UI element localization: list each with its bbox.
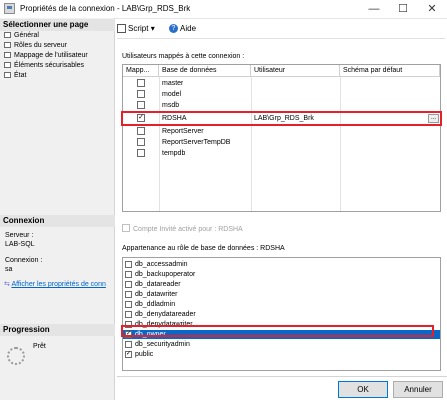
map-checkbox[interactable] [137,79,145,87]
page-status[interactable]: État [4,71,26,81]
map-checkbox[interactable] [137,127,145,135]
list-item[interactable]: db_securityadmin [123,340,440,349]
list-item[interactable]: ✓ public [123,350,440,359]
database-name: master [162,80,184,87]
title-bar: Propriétés de la connexion - LAB\Grp_RDS… [0,0,447,19]
table-row[interactable]: model [123,89,440,100]
list-item[interactable]: db_datareader [123,280,440,289]
wrench-icon [4,72,11,79]
ok-button[interactable]: OK [338,381,388,398]
left-panel: Sélectionner une page Général Rôles du s… [0,18,115,400]
server-label: Serveur : [5,232,34,239]
server-value: LAB-SQL [5,241,35,248]
pages-header: Sélectionner une page [0,19,115,31]
cancel-button[interactable]: Annuler [393,381,443,398]
role-membership-label: Appartenance au rôle de base de données … [122,245,285,252]
users-mapped-label: Utilisateurs mappés à cette connexion : [122,53,245,60]
page-server-roles[interactable]: Rôles du serveur [4,41,67,51]
role-checkbox[interactable] [125,341,132,348]
page-user-mapping[interactable]: Mappage de l'utilisateur [4,51,88,61]
maximize-button[interactable]: ☐ [389,0,417,18]
footer-separator [117,376,447,377]
database-name: ReportServer [162,128,204,135]
role-checkbox[interactable] [125,311,132,318]
wrench-icon [4,52,11,59]
link-arrows-icon: ⇆ [4,281,10,288]
table-row[interactable]: msdb [123,100,440,111]
wrench-icon [4,32,11,39]
list-item[interactable]: db_backupoperator [123,270,440,279]
script-icon [117,24,126,34]
guest-checkbox [122,224,130,232]
map-checkbox[interactable] [137,90,145,98]
connection-value: sa [5,266,13,273]
page-securables[interactable]: Éléments sécurisables [4,61,84,71]
role-checkbox[interactable] [125,291,132,298]
highlight-box-db-owner [121,325,434,337]
progress-status: Prêt [33,343,46,350]
help-icon: ? [169,24,178,34]
progress-spinner-icon [7,347,25,365]
role-checkbox[interactable] [125,271,132,278]
chevron-down-icon: ▾ [150,24,155,33]
table-row[interactable]: ReportServerTempDB [123,137,440,148]
window-title: Propriétés de la connexion - LAB\Grp_RDS… [20,4,191,13]
database-name: tempdb [162,150,186,157]
users-mapping-grid: Mapp... Base de données Utilisateur Sché… [122,64,441,212]
map-checkbox[interactable] [137,138,145,146]
table-row[interactable]: ReportServer [123,126,440,137]
script-button[interactable]: Script ▾ [117,22,155,36]
minimize-button[interactable]: — [360,0,388,18]
list-item[interactable]: db_accessadmin [123,260,440,269]
map-checkbox[interactable] [137,101,145,109]
highlight-box-rdsha [121,111,442,126]
database-name: msdb [162,102,180,109]
col-default-schema[interactable]: Schéma par défaut [340,65,440,77]
col-map[interactable]: Mapp... [123,65,159,77]
progress-header: Progression [0,324,115,336]
toolbar-separator [117,38,445,39]
app-icon [4,3,15,14]
view-properties-link[interactable]: ⇆ Afficher les propriétés de conn [4,280,115,289]
list-item[interactable]: db_denydatareader [123,310,440,319]
wrench-icon [4,62,11,69]
col-user[interactable]: Utilisateur [251,65,340,77]
role-checkbox[interactable] [125,261,132,268]
close-button[interactable]: ✕ [418,0,446,18]
list-item[interactable]: db_ddladmin [123,300,440,309]
map-checkbox[interactable] [137,149,145,157]
page-general[interactable]: Général [4,31,39,41]
role-membership-list: db_accessadmin db_backupoperator db_data… [122,257,441,371]
connection-label: Connexion : [5,257,43,264]
database-name: ReportServerTempDB [162,139,231,146]
list-item[interactable]: db_datawriter [123,290,440,299]
wrench-icon [4,42,11,49]
table-row[interactable]: tempdb [123,148,440,159]
guest-account-option: Compte Invité activé pour : RDSHA [122,223,243,233]
table-row[interactable]: master [123,78,440,89]
toolbar: Script ▾ ? Aide [117,22,445,36]
help-button[interactable]: ? Aide [169,22,196,36]
role-checkbox[interactable] [125,301,132,308]
role-checkbox-checked[interactable]: ✓ [125,351,132,358]
col-database[interactable]: Base de données [159,65,251,77]
database-name: model [162,91,182,98]
role-checkbox[interactable] [125,281,132,288]
connection-header: Connexion [0,215,115,227]
